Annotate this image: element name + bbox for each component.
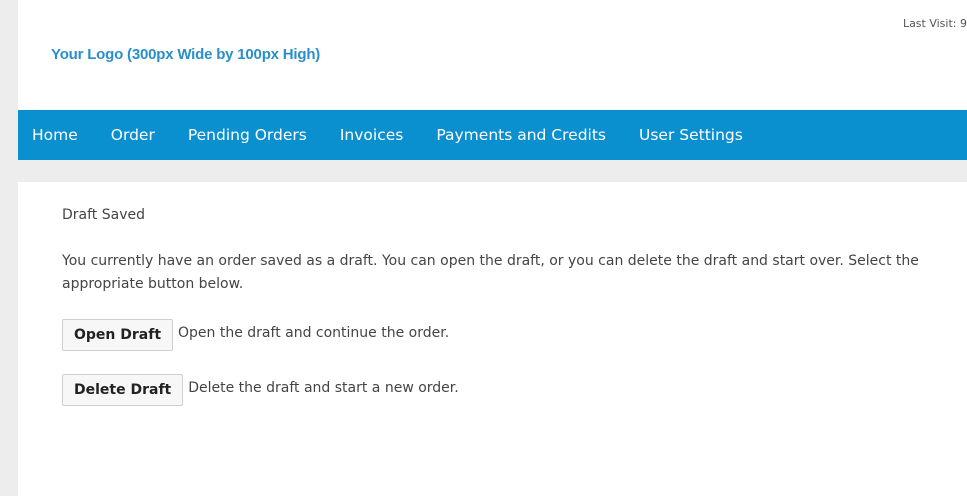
page-title: Draft Saved (62, 207, 145, 223)
delete-draft-button[interactable]: Delete Draft (62, 374, 184, 406)
last-visit-text: Last Visit: 9 (902, 17, 967, 30)
delete-draft-description: Delete the draft and start a new order. (188, 379, 459, 396)
nav-item-invoices[interactable]: Invoices (340, 126, 404, 144)
nav-item-user-settings[interactable]: User Settings (639, 126, 743, 144)
open-draft-row: Open Draft Open the draft and continue t… (62, 319, 449, 351)
nav-item-order[interactable]: Order (111, 126, 155, 144)
open-draft-button[interactable]: Open Draft (62, 319, 174, 351)
nav-item-home[interactable]: Home (32, 126, 78, 144)
nav-item-payments-and-credits[interactable]: Payments and Credits (436, 126, 606, 144)
delete-draft-row: Delete Draft Delete the draft and start … (62, 374, 459, 406)
header: Last Visit: 9 Your Logo (300px Wide by 1… (18, 0, 967, 110)
logo[interactable]: Your Logo (300px Wide by 100px High) (51, 46, 320, 63)
page: Last Visit: 9 Your Logo (300px Wide by 1… (0, 0, 967, 496)
main-nav: Home Order Pending Orders Invoices Payme… (18, 110, 967, 160)
open-draft-description: Open the draft and continue the order. (178, 324, 450, 341)
content-panel: Draft Saved You currently have an order … (18, 182, 967, 496)
nav-item-pending-orders[interactable]: Pending Orders (188, 126, 307, 144)
draft-message: You currently have an order saved as a d… (62, 253, 919, 292)
